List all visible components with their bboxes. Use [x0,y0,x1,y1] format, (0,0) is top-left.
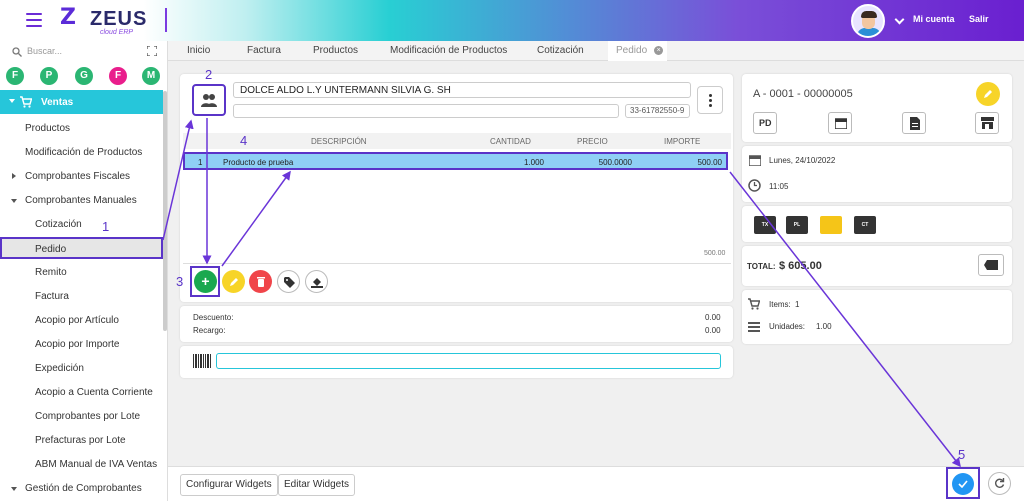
annotation-overlay [162,118,961,468]
annotation-3: 3 [176,274,184,289]
annotation-1: 1 [102,219,110,234]
annotation-4: 4 [240,133,248,148]
annotation-2: 2 [205,67,213,82]
annotation-5: 5 [958,447,966,462]
